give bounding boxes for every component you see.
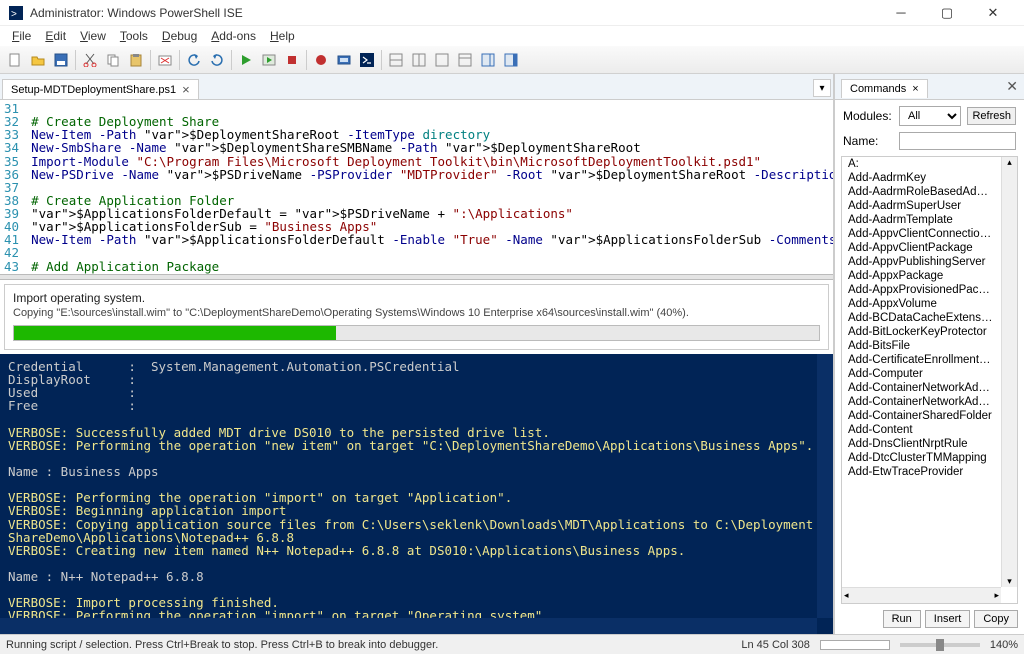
command-item[interactable]: Add-CertificateEnrollmentPolicyS <box>842 353 1001 367</box>
command-item[interactable]: Add-BCDataCacheExtension <box>842 311 1001 325</box>
run-button[interactable]: Run <box>883 610 921 628</box>
powershell-icon[interactable] <box>356 49 378 71</box>
insert-button[interactable]: Insert <box>925 610 971 628</box>
menu-tools[interactable]: Tools <box>114 28 154 44</box>
command-item[interactable]: Add-AadrmSuperUser <box>842 199 1001 213</box>
new-icon[interactable] <box>4 49 26 71</box>
modules-select[interactable]: All <box>899 106 961 126</box>
zoom-label: 140% <box>990 639 1018 651</box>
script-editor[interactable]: 3132333435363738394041424344 # Create De… <box>0 100 833 274</box>
command-item[interactable]: Add-AadrmKey <box>842 171 1001 185</box>
command-item[interactable]: Add-DnsClientNrptRule <box>842 437 1001 451</box>
command-item[interactable]: Add-DtcClusterTMMapping <box>842 451 1001 465</box>
progress-subtitle: Copying "E:\sources\install.wim" to "C:\… <box>13 307 820 319</box>
cut-icon[interactable] <box>79 49 101 71</box>
command-item[interactable]: Add-AppvClientConnectionGroup <box>842 227 1001 241</box>
status-bar: Running script / selection. Press Ctrl+B… <box>0 634 1024 654</box>
menu-edit[interactable]: Edit <box>39 28 72 44</box>
cursor-position: Ln 45 Col 308 <box>741 639 810 651</box>
commands-scrollbar-h[interactable]: ◂▸ <box>842 587 1001 603</box>
minimize-button[interactable]: ─ <box>878 0 924 26</box>
layout-3-icon[interactable] <box>431 49 453 71</box>
toolbar <box>0 46 1024 74</box>
commands-panel: Commands × ✕ Modules: All Refresh Name: … <box>834 74 1024 634</box>
command-item[interactable]: Add-ContainerSharedFolder <box>842 409 1001 423</box>
console-scrollbar-v[interactable] <box>817 354 833 618</box>
zoom-slider[interactable] <box>900 643 980 647</box>
refresh-button[interactable]: Refresh <box>967 107 1016 125</box>
horizontal-splitter[interactable] <box>0 274 833 280</box>
code-area[interactable]: # Create Deployment Share New-Item -Path… <box>27 100 833 274</box>
script-tab-strip: Setup-MDTDeploymentShare.ps1 × ▾ <box>0 74 833 100</box>
command-item[interactable]: Add-AppxPackage <box>842 269 1001 283</box>
command-item[interactable]: Add-AppvClientPackage <box>842 241 1001 255</box>
run-script-icon[interactable] <box>235 49 257 71</box>
script-tab[interactable]: Setup-MDTDeploymentShare.ps1 × <box>2 79 199 99</box>
script-tab-label: Setup-MDTDeploymentShare.ps1 <box>11 84 176 96</box>
menu-help[interactable]: Help <box>264 28 301 44</box>
collapse-script-pane-icon[interactable]: ▾ <box>813 79 831 97</box>
command-item[interactable]: Add-AppvPublishingServer <box>842 255 1001 269</box>
run-selection-icon[interactable] <box>258 49 280 71</box>
layout-1-icon[interactable] <box>385 49 407 71</box>
layout-2-icon[interactable] <box>408 49 430 71</box>
command-item[interactable]: Add-BitLockerKeyProtector <box>842 325 1001 339</box>
stop-icon[interactable] <box>281 49 303 71</box>
command-item[interactable]: Add-AadrmRoleBasedAdministra <box>842 185 1001 199</box>
commands-panel-close-icon[interactable]: ✕ <box>1006 78 1018 95</box>
console-scrollbar-h[interactable] <box>0 618 817 634</box>
progress-title: Import operating system. <box>13 291 820 305</box>
app-icon: > <box>8 5 24 21</box>
menu-file[interactable]: File <box>6 28 37 44</box>
undo-icon[interactable] <box>183 49 205 71</box>
commands-list[interactable]: A:Add-AadrmKeyAdd-AadrmRoleBasedAdminist… <box>841 156 1018 604</box>
paste-icon[interactable] <box>125 49 147 71</box>
command-item[interactable]: Add-AppxVolume <box>842 297 1001 311</box>
menu-view[interactable]: View <box>74 28 112 44</box>
status-text: Running script / selection. Press Ctrl+B… <box>6 639 438 651</box>
command-item[interactable]: Add-BitsFile <box>842 339 1001 353</box>
status-progress <box>820 640 890 650</box>
breakpoint-icon[interactable] <box>310 49 332 71</box>
maximize-button[interactable]: ▢ <box>924 0 970 26</box>
close-button[interactable]: ✕ <box>970 0 1016 26</box>
command-item[interactable]: A: <box>842 157 1001 171</box>
commands-tab[interactable]: Commands × <box>841 79 928 98</box>
layout-4-icon[interactable] <box>454 49 476 71</box>
tab-close-icon[interactable]: × <box>182 83 190 96</box>
commands-scrollbar-v[interactable]: ▴▾ <box>1001 157 1017 587</box>
show-cmd-addon-icon[interactable] <box>500 49 522 71</box>
name-label: Name: <box>843 134 893 148</box>
commands-tab-label: Commands <box>850 83 906 95</box>
redo-icon[interactable] <box>206 49 228 71</box>
window-title: Administrator: Windows PowerShell ISE <box>30 6 878 20</box>
clear-console-icon[interactable] <box>154 49 176 71</box>
command-item[interactable]: Add-AppxProvisionedPackage <box>842 283 1001 297</box>
title-bar: > Administrator: Windows PowerShell ISE … <box>0 0 1024 26</box>
commands-tab-close-icon[interactable]: × <box>912 83 918 95</box>
command-item[interactable]: Add-ContainerNetworkAdapter <box>842 381 1001 395</box>
console-pane[interactable]: Credential : System.Management.Automatio… <box>0 354 833 634</box>
open-icon[interactable] <box>27 49 49 71</box>
command-item[interactable]: Add-AadrmTemplate <box>842 213 1001 227</box>
command-item[interactable]: Add-ContainerNetworkAdapterS <box>842 395 1001 409</box>
command-item[interactable]: Add-Content <box>842 423 1001 437</box>
progress-bar <box>13 325 820 341</box>
svg-text:>: > <box>11 9 17 20</box>
copy-icon[interactable] <box>102 49 124 71</box>
modules-label: Modules: <box>843 109 893 123</box>
copy-button[interactable]: Copy <box>974 610 1018 628</box>
line-gutter: 3132333435363738394041424344 <box>0 100 27 274</box>
remote-icon[interactable] <box>333 49 355 71</box>
show-cmd-icon[interactable] <box>477 49 499 71</box>
command-item[interactable]: Add-EtwTraceProvider <box>842 465 1001 479</box>
name-input[interactable] <box>899 132 1016 150</box>
menu-bar: File Edit View Tools Debug Add-ons Help <box>0 26 1024 46</box>
save-icon[interactable] <box>50 49 72 71</box>
menu-addons[interactable]: Add-ons <box>205 28 262 44</box>
command-item[interactable]: Add-Computer <box>842 367 1001 381</box>
progress-panel: Import operating system. Copying "E:\sou… <box>4 284 829 350</box>
menu-debug[interactable]: Debug <box>156 28 203 44</box>
